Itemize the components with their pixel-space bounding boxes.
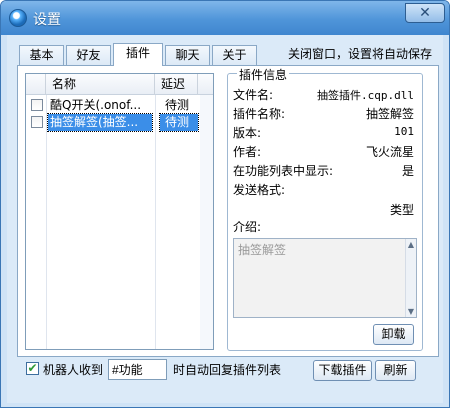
plugin-name: 抽签解签(抽签... bbox=[47, 113, 153, 132]
plugin-info-title: 插件信息 bbox=[237, 66, 290, 83]
settings-content: 基本 好友 插件 聊天 关于 关闭窗口，设置将自动保存 名称 延迟 酷Q开关(.… bbox=[7, 35, 443, 403]
show-in-list-value: 是 bbox=[401, 164, 414, 178]
intro-scrollbar[interactable]: ▲ ▼ bbox=[405, 239, 416, 317]
show-in-list-label: 在功能列表中显示: bbox=[233, 164, 334, 178]
plugin-name-value: 抽签解签 bbox=[365, 107, 414, 121]
plugin-row[interactable]: 酷Q开关(.onof... 待测 bbox=[26, 97, 213, 114]
header-check-column bbox=[26, 74, 46, 95]
plugin-name-label: 插件名称: bbox=[233, 107, 286, 121]
checkmark-icon: ✔ bbox=[27, 361, 38, 375]
auto-reply-label: 机器人收到 bbox=[43, 363, 104, 377]
column-divider bbox=[155, 95, 156, 349]
plugin-name: 酷Q开关(.onof... bbox=[50, 98, 142, 112]
tab-friends[interactable]: 好友 bbox=[66, 45, 111, 65]
plugin-row-selected[interactable]: 抽签解签(抽签... 待测 bbox=[26, 113, 213, 132]
plugin-list: 名称 延迟 酷Q开关(.onof... 待测 抽签解签(抽签... 待测 bbox=[25, 73, 214, 350]
author-value: 飞火流星 bbox=[365, 145, 414, 159]
plugin-enable-checkbox[interactable] bbox=[31, 99, 43, 111]
tab-plugins[interactable]: 插件 bbox=[113, 43, 163, 66]
plugin-delay: 待测 bbox=[165, 98, 190, 112]
settings-window: 设置 ✕ 基本 好友 插件 聊天 关于 关闭窗口，设置将自动保存 名称 延迟 酷… bbox=[0, 0, 450, 408]
download-plugin-button[interactable]: 下载插件 bbox=[313, 360, 372, 381]
file-name-label: 文件名: bbox=[233, 88, 274, 102]
tab-chat[interactable]: 聊天 bbox=[165, 45, 210, 65]
auto-reply-suffix-label: 时自动回复插件列表 bbox=[173, 363, 282, 377]
list-scrollbar[interactable] bbox=[200, 95, 213, 349]
close-icon: ✕ bbox=[419, 5, 431, 21]
author-label: 作者: bbox=[233, 145, 262, 159]
plugin-list-header: 名称 延迟 bbox=[26, 74, 213, 95]
auto-reply-checkbox[interactable]: ✔ bbox=[26, 362, 39, 375]
refresh-button[interactable]: 刷新 bbox=[375, 360, 416, 381]
tab-about[interactable]: 关于 bbox=[212, 45, 257, 65]
intro-text-box[interactable]: 抽签解签 bbox=[233, 238, 417, 318]
column-header-name[interactable]: 名称 bbox=[46, 74, 155, 95]
column-divider bbox=[46, 95, 47, 349]
window-title: 设置 bbox=[33, 12, 61, 28]
tab-basic[interactable]: 基本 bbox=[19, 45, 64, 65]
autosave-hint: 关闭窗口，设置将自动保存 bbox=[288, 47, 433, 61]
plugins-tab-panel: 名称 延迟 酷Q开关(.onof... 待测 抽签解签(抽签... 待测 插件信… bbox=[17, 65, 439, 357]
version-value: 101 bbox=[394, 125, 414, 138]
plugin-enable-checkbox[interactable] bbox=[31, 116, 43, 128]
uninstall-button[interactable]: 卸载 bbox=[373, 324, 414, 345]
auto-reply-keyword-input[interactable] bbox=[108, 359, 167, 380]
intro-label: 介绍: bbox=[233, 220, 262, 234]
send-format-label: 发送格式: bbox=[233, 183, 286, 197]
scroll-up-icon[interactable]: ▲ bbox=[407, 240, 415, 249]
version-label: 版本: bbox=[233, 126, 262, 140]
send-format-value: 类型 bbox=[389, 203, 414, 217]
close-button[interactable]: ✕ bbox=[405, 3, 445, 23]
file-name-value: 抽签插件.cqp.dll bbox=[317, 89, 414, 102]
plugin-delay: 待测 bbox=[159, 113, 199, 132]
app-logo-icon bbox=[9, 9, 27, 27]
scroll-down-icon[interactable]: ▼ bbox=[407, 307, 415, 316]
title-bar[interactable]: 设置 ✕ bbox=[1, 1, 449, 35]
column-header-delay[interactable]: 延迟 bbox=[155, 74, 198, 95]
